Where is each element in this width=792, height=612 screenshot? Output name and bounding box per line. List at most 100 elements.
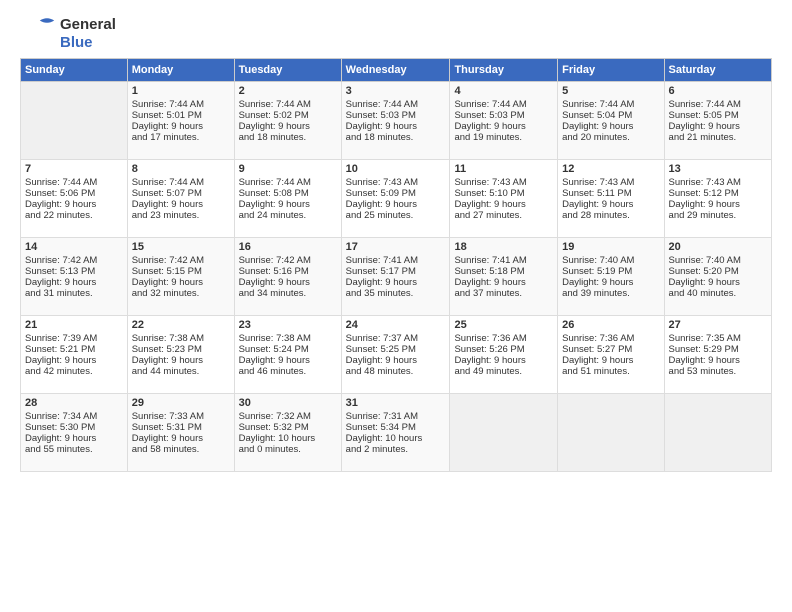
day-cell [450, 394, 558, 472]
day-info-line: Sunset: 5:04 PM [562, 110, 659, 121]
day-info-line: Sunset: 5:13 PM [25, 266, 123, 277]
day-cell [664, 394, 771, 472]
header-friday: Friday [558, 59, 664, 82]
day-info-line: Sunset: 5:29 PM [669, 344, 767, 355]
day-cell [21, 82, 128, 160]
day-cell: 10Sunrise: 7:43 AMSunset: 5:09 PMDayligh… [341, 160, 450, 238]
day-number: 31 [346, 397, 446, 409]
day-number: 16 [239, 241, 337, 253]
day-info-line: Daylight: 9 hours [239, 277, 337, 288]
day-cell: 2Sunrise: 7:44 AMSunset: 5:02 PMDaylight… [234, 82, 341, 160]
day-info-line: Sunset: 5:23 PM [132, 344, 230, 355]
day-info-line: Daylight: 10 hours [239, 433, 337, 444]
day-info-line: and 34 minutes. [239, 288, 337, 299]
header-sunday: Sunday [21, 59, 128, 82]
day-info-line: Sunrise: 7:41 AM [346, 255, 446, 266]
day-cell: 7Sunrise: 7:44 AMSunset: 5:06 PMDaylight… [21, 160, 128, 238]
day-info-line: Daylight: 9 hours [132, 199, 230, 210]
day-info-line: and 2 minutes. [346, 444, 446, 455]
day-info-line: Sunrise: 7:44 AM [562, 99, 659, 110]
day-cell: 19Sunrise: 7:40 AMSunset: 5:19 PMDayligh… [558, 238, 664, 316]
day-cell: 4Sunrise: 7:44 AMSunset: 5:03 PMDaylight… [450, 82, 558, 160]
day-info-line: Sunset: 5:09 PM [346, 188, 446, 199]
day-info-line: Daylight: 9 hours [562, 121, 659, 132]
header-wednesday: Wednesday [341, 59, 450, 82]
day-info-line: Sunset: 5:25 PM [346, 344, 446, 355]
day-info-line: Sunset: 5:01 PM [132, 110, 230, 121]
day-info-line: Sunrise: 7:44 AM [454, 99, 553, 110]
day-info-line: Daylight: 9 hours [669, 355, 767, 366]
day-info-line: and 44 minutes. [132, 366, 230, 377]
day-info-line: Sunrise: 7:40 AM [562, 255, 659, 266]
header-row: SundayMondayTuesdayWednesdayThursdayFrid… [21, 59, 772, 82]
day-info-line: Sunrise: 7:33 AM [132, 411, 230, 422]
day-info-line: Sunrise: 7:44 AM [346, 99, 446, 110]
day-info-line: Daylight: 9 hours [669, 121, 767, 132]
day-cell: 27 Sunrise: 7:35 AMSunset: 5:29 PMDayligh… [664, 316, 771, 394]
day-number: 28 [25, 397, 123, 409]
day-info-line: Sunset: 5:15 PM [132, 266, 230, 277]
day-info-line: Sunrise: 7:44 AM [669, 99, 767, 110]
day-info-line: and 48 minutes. [346, 366, 446, 377]
day-info-line: and 37 minutes. [454, 288, 553, 299]
day-cell: 13Sunrise: 7:43 AMSunset: 5:12 PMDayligh… [664, 160, 771, 238]
day-info-line: and 39 minutes. [562, 288, 659, 299]
day-info-line: and 20 minutes. [562, 132, 659, 143]
day-info-line: and 49 minutes. [454, 366, 553, 377]
day-info-line: Sunset: 5:32 PM [239, 422, 337, 433]
day-info-line: Sunrise: 7:44 AM [239, 99, 337, 110]
day-info-line: Sunset: 5:16 PM [239, 266, 337, 277]
day-number: 22 [132, 319, 230, 331]
day-info-line: Sunset: 5:31 PM [132, 422, 230, 433]
week-row-1: 1Sunrise: 7:44 AMSunset: 5:01 PMDaylight… [21, 82, 772, 160]
day-info-line: Sunrise: 7:38 AM [239, 333, 337, 344]
day-info-line: Daylight: 9 hours [239, 355, 337, 366]
day-info-line: Sunset: 5:12 PM [669, 188, 767, 199]
day-cell: 21Sunrise: 7:39 AMSunset: 5:21 PMDayligh… [21, 316, 128, 394]
logo-icon [20, 16, 56, 52]
day-cell: 8Sunrise: 7:44 AMSunset: 5:07 PMDaylight… [127, 160, 234, 238]
day-info-line: and 29 minutes. [669, 210, 767, 221]
day-info-line: and 21 minutes. [669, 132, 767, 143]
day-info-line: Sunset: 5:10 PM [454, 188, 553, 199]
day-cell: 30 Sunrise: 7:32 AMSunset: 5:32 PMDayligh… [234, 394, 341, 472]
day-info-line: Daylight: 9 hours [346, 121, 446, 132]
header: General Blue [20, 16, 772, 52]
day-info-line: Sunset: 5:06 PM [25, 188, 123, 199]
day-number: 13 [669, 163, 767, 175]
day-cell: 23Sunrise: 7:38 AMSunset: 5:24 PMDayligh… [234, 316, 341, 394]
day-info-line: Daylight: 9 hours [132, 355, 230, 366]
day-number: 27 [669, 319, 767, 331]
day-info-line: Sunrise: 7:44 AM [25, 177, 123, 188]
day-info-line: Sunset: 5:07 PM [132, 188, 230, 199]
day-info-line: Sunset: 5:03 PM [454, 110, 553, 121]
day-info-line: Sunrise: 7:36 AM [454, 333, 553, 344]
logo-blue: Blue [60, 34, 116, 52]
day-number: 9 [239, 163, 337, 175]
day-number: 5 [562, 85, 659, 97]
day-info-line: Daylight: 9 hours [562, 199, 659, 210]
header-monday: Monday [127, 59, 234, 82]
day-info-line: and 22 minutes. [25, 210, 123, 221]
day-info-line: Daylight: 9 hours [346, 355, 446, 366]
day-cell: 17Sunrise: 7:41 AMSunset: 5:17 PMDayligh… [341, 238, 450, 316]
day-cell: 6Sunrise: 7:44 AMSunset: 5:05 PMDaylight… [664, 82, 771, 160]
day-info-line: Daylight: 9 hours [562, 277, 659, 288]
day-number: 17 [346, 241, 446, 253]
day-cell: 20Sunrise: 7:40 AMSunset: 5:20 PMDayligh… [664, 238, 771, 316]
day-cell [558, 394, 664, 472]
day-info-line: Daylight: 9 hours [132, 277, 230, 288]
day-info-line: Sunset: 5:27 PM [562, 344, 659, 355]
day-cell: 28Sunrise: 7:34 AMSunset: 5:30 PMDayligh… [21, 394, 128, 472]
day-number: 30 [239, 397, 337, 409]
day-info-line: and 51 minutes. [562, 366, 659, 377]
week-row-5: 28Sunrise: 7:34 AMSunset: 5:30 PMDayligh… [21, 394, 772, 472]
day-number: 29 [132, 397, 230, 409]
day-info-line: Sunset: 5:02 PM [239, 110, 337, 121]
day-info-line: Sunset: 5:19 PM [562, 266, 659, 277]
day-info-line: Daylight: 9 hours [454, 121, 553, 132]
day-info-line: Sunrise: 7:32 AM [239, 411, 337, 422]
day-info-line: Sunrise: 7:34 AM [25, 411, 123, 422]
day-info-line: Sunrise: 7:35 AM [669, 333, 767, 344]
day-info-line: Sunrise: 7:44 AM [132, 99, 230, 110]
